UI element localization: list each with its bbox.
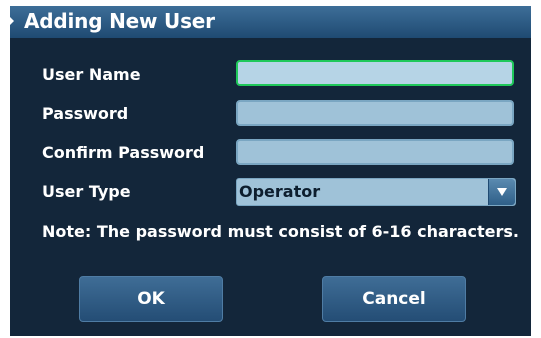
title-notch-icon bbox=[9, 16, 14, 26]
user-name-label: User Name bbox=[42, 65, 141, 84]
add-user-dialog: Adding New User User Name Password Confi… bbox=[9, 6, 531, 336]
ok-button[interactable]: OK bbox=[79, 276, 223, 322]
user-type-label: User Type bbox=[42, 182, 131, 201]
password-label: Password bbox=[42, 104, 129, 123]
user-type-value: Operator bbox=[239, 182, 321, 201]
confirm-password-label: Confirm Password bbox=[42, 143, 205, 162]
chevron-down-icon[interactable] bbox=[488, 179, 515, 205]
user-name-input[interactable] bbox=[236, 60, 514, 86]
dialog-titlebar: Adding New User bbox=[9, 6, 531, 38]
confirm-password-input[interactable] bbox=[236, 139, 514, 165]
cancel-button[interactable]: Cancel bbox=[322, 276, 466, 322]
password-note: Note: The password must consist of 6-16 … bbox=[42, 222, 519, 241]
user-type-select[interactable]: Operator bbox=[236, 178, 516, 206]
dialog-title: Adding New User bbox=[24, 9, 215, 33]
password-input[interactable] bbox=[236, 100, 514, 126]
